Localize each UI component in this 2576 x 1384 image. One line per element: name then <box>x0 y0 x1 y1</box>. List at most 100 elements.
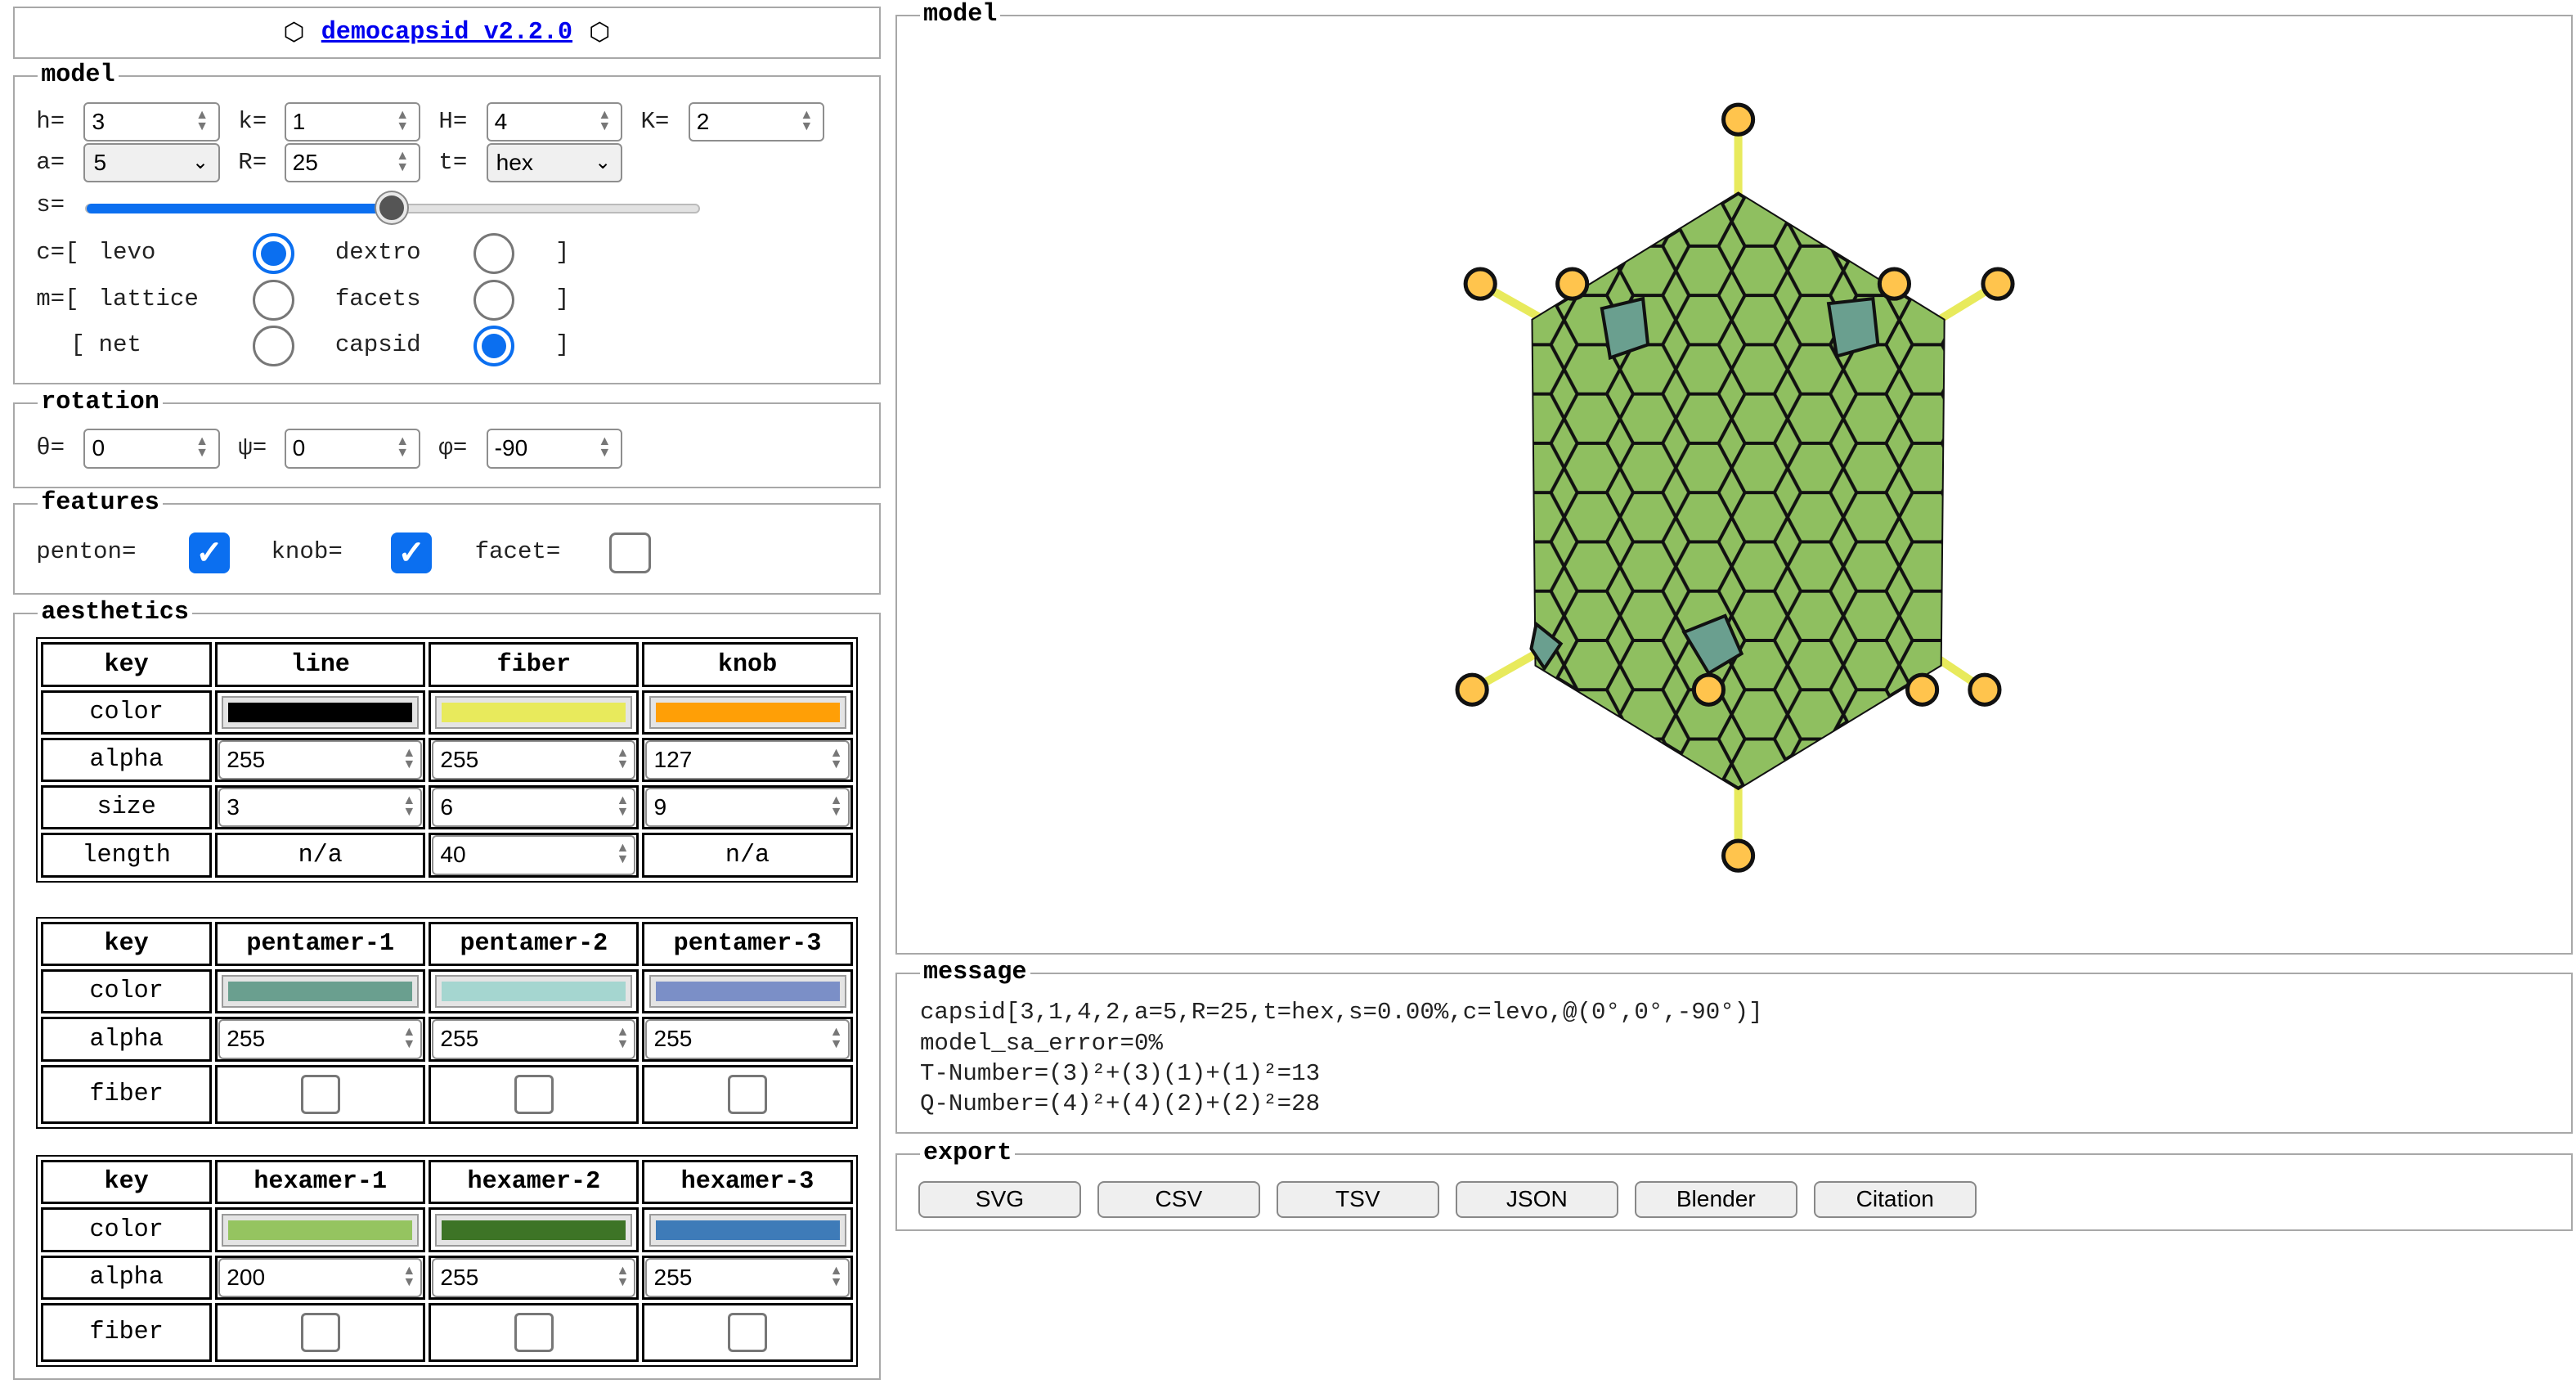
K-input[interactable]: 2 ▲ ▼ <box>688 101 825 142</box>
h-label: h= <box>36 107 65 135</box>
column-header: key <box>41 1160 213 1205</box>
pentamer-3-color-picker[interactable] <box>648 975 846 1009</box>
export-csv-button[interactable]: CSV <box>1097 1181 1260 1218</box>
H-input[interactable]: 4 ▲ ▼ <box>486 101 623 142</box>
spinner-icon[interactable]: ▲ ▼ <box>616 1025 629 1049</box>
spinner-icon[interactable]: ▲ ▼ <box>616 1264 629 1288</box>
c-dextro-radio[interactable] <box>473 233 514 275</box>
export-svg-button[interactable]: SVG <box>918 1181 1081 1218</box>
R-input[interactable]: 25 ▲ ▼ <box>284 142 421 182</box>
spinner-icon[interactable]: ▲ ▼ <box>830 1264 843 1288</box>
pentamer-1-fiber-checkbox[interactable] <box>300 1074 340 1114</box>
s-slider[interactable] <box>85 192 700 224</box>
spinner-icon[interactable]: ▲ ▼ <box>593 108 616 135</box>
fiber-color-picker[interactable] <box>435 695 633 729</box>
facet-checkbox[interactable] <box>609 532 651 574</box>
knob-checkbox[interactable]: ✓ <box>391 532 433 574</box>
m-option-facets-label: facets <box>334 285 421 312</box>
column-header: line <box>215 642 426 687</box>
pentamer-2-color-picker[interactable] <box>435 975 633 1009</box>
close-bracket: ] <box>555 285 570 312</box>
hexamer-3-fiber-checkbox[interactable] <box>727 1313 768 1353</box>
fiber-size-input[interactable]: 6 ▲ ▼ <box>432 788 636 828</box>
spinner-icon[interactable]: ▲ ▼ <box>616 841 629 865</box>
line-size-input[interactable]: 3 ▲ ▼ <box>218 788 423 828</box>
spinner-icon[interactable]: ▲ ▼ <box>830 746 843 771</box>
m-lattice-radio[interactable] <box>253 279 294 321</box>
spinner-icon[interactable]: ▲ ▼ <box>795 108 818 135</box>
spinner-icon[interactable]: ▲ ▼ <box>593 434 616 461</box>
aesthetics-table-pentamer: key pentamer-1 pentamer-2 pentamer-3 col… <box>36 916 858 1129</box>
hexamer-3-alpha-input[interactable]: 255 ▲ ▼ <box>645 1257 850 1297</box>
hexamer-1-alpha-input[interactable]: 200 ▲ ▼ <box>218 1257 423 1297</box>
chevron-down-icon: ⌄ <box>191 151 209 173</box>
spinner-icon[interactable]: ▲ ▼ <box>391 434 414 461</box>
theta-input[interactable]: 0 ▲ ▼ <box>83 429 221 469</box>
hexagon-icon: ⬡ <box>589 20 611 48</box>
hexamer-2-alpha-input[interactable]: 255 ▲ ▼ <box>432 1257 636 1297</box>
pentamer-2-alpha-input[interactable]: 255 ▲ ▼ <box>432 1019 636 1059</box>
pentamer-3-fiber-checkbox[interactable] <box>727 1074 768 1114</box>
hexamer-2-color-picker[interactable] <box>435 1213 633 1247</box>
spinner-icon[interactable]: ▲ ▼ <box>191 108 213 135</box>
m-net-radio[interactable] <box>253 325 294 366</box>
spinner-icon[interactable]: ▲ ▼ <box>830 1025 843 1049</box>
spinner-icon[interactable]: ▲ ▼ <box>402 746 415 771</box>
a-label: a= <box>36 148 65 176</box>
column-header: hexamer-1 <box>215 1160 426 1205</box>
phi-input[interactable]: -90 ▲ ▼ <box>486 429 623 469</box>
knob-alpha-input[interactable]: 127 ▲ ▼ <box>645 739 850 780</box>
spinner-icon[interactable]: ▲ ▼ <box>402 1025 415 1049</box>
message-text: capsid[3,1,4,2,a=5,R=25,t=hex,s=0.00%,c=… <box>920 997 1763 1119</box>
spinner-icon[interactable]: ▲ ▼ <box>391 149 414 176</box>
export-tsv-button[interactable]: TSV <box>1276 1181 1439 1218</box>
export-citation-button[interactable]: Citation <box>1813 1181 1977 1218</box>
row-label: alpha <box>41 1017 213 1062</box>
k-input[interactable]: 1 ▲ ▼ <box>284 101 421 142</box>
hexamer-3-color-picker[interactable] <box>648 1213 846 1247</box>
close-bracket: ] <box>555 239 570 267</box>
line-color-picker[interactable] <box>222 695 420 729</box>
t-select[interactable]: hex ⌄ <box>486 142 623 182</box>
spinner-icon[interactable]: ▲ ▼ <box>616 793 629 818</box>
error-line: model_sa_error=0% <box>919 1029 1163 1057</box>
pentamer-2-fiber-checkbox[interactable] <box>514 1074 554 1114</box>
hexamer-2-fiber-checkbox[interactable] <box>514 1313 554 1353</box>
pentamer-1-color-picker[interactable] <box>222 975 420 1009</box>
spinner-icon[interactable]: ▲ ▼ <box>191 434 213 461</box>
pentamer-3-alpha-input[interactable]: 255 ▲ ▼ <box>645 1019 850 1059</box>
spinner-icon[interactable]: ▲ ▼ <box>391 108 414 135</box>
spinner-icon[interactable]: ▲ ▼ <box>402 1264 415 1288</box>
row-label: fiber <box>41 1302 213 1363</box>
app-title-link[interactable]: democapsid v2.2.0 <box>321 19 572 47</box>
export-json-button[interactable]: JSON <box>1455 1181 1618 1218</box>
spinner-icon[interactable]: ▲ ▼ <box>616 746 629 771</box>
m-facets-radio[interactable] <box>473 279 514 321</box>
a-select[interactable]: 5 ⌄ <box>83 142 221 182</box>
m-capsid-radio[interactable] <box>473 325 514 366</box>
hexamer-1-fiber-checkbox[interactable] <box>300 1313 340 1353</box>
line-alpha-input[interactable]: 255 ▲ ▼ <box>218 739 423 780</box>
capsid-render[interactable] <box>1446 90 2037 878</box>
line-length-value: n/a <box>215 833 426 878</box>
fiber-length-input[interactable]: 40 ▲ ▼ <box>432 835 636 875</box>
h-input[interactable]: 3 ▲ ▼ <box>83 101 221 142</box>
knob-size-input[interactable]: 9 ▲ ▼ <box>645 788 850 828</box>
row-label: alpha <box>41 737 213 783</box>
aesthetics-table-line-fiber-knob: key line fiber knob color alpha 255 ▲ ▼ 25… <box>36 637 858 883</box>
knob-color-picker[interactable] <box>648 695 846 729</box>
row-label: length <box>41 833 213 878</box>
penton-checkbox[interactable]: ✓ <box>189 532 231 574</box>
fiber-alpha-input[interactable]: 255 ▲ ▼ <box>432 739 636 780</box>
m-row2-bracket: [ <box>70 330 85 358</box>
panel-legend: model <box>38 61 119 91</box>
hexamer-1-color-picker[interactable] <box>222 1213 420 1247</box>
column-header: pentamer-2 <box>429 921 640 967</box>
spinner-icon[interactable]: ▲ ▼ <box>830 793 843 818</box>
column-header: pentamer-1 <box>215 921 426 967</box>
psi-input[interactable]: 0 ▲ ▼ <box>284 429 421 469</box>
export-blender-button[interactable]: Blender <box>1634 1181 1797 1218</box>
spinner-icon[interactable]: ▲ ▼ <box>402 793 415 818</box>
pentamer-1-alpha-input[interactable]: 255 ▲ ▼ <box>218 1019 423 1059</box>
c-levo-radio[interactable] <box>253 233 294 275</box>
